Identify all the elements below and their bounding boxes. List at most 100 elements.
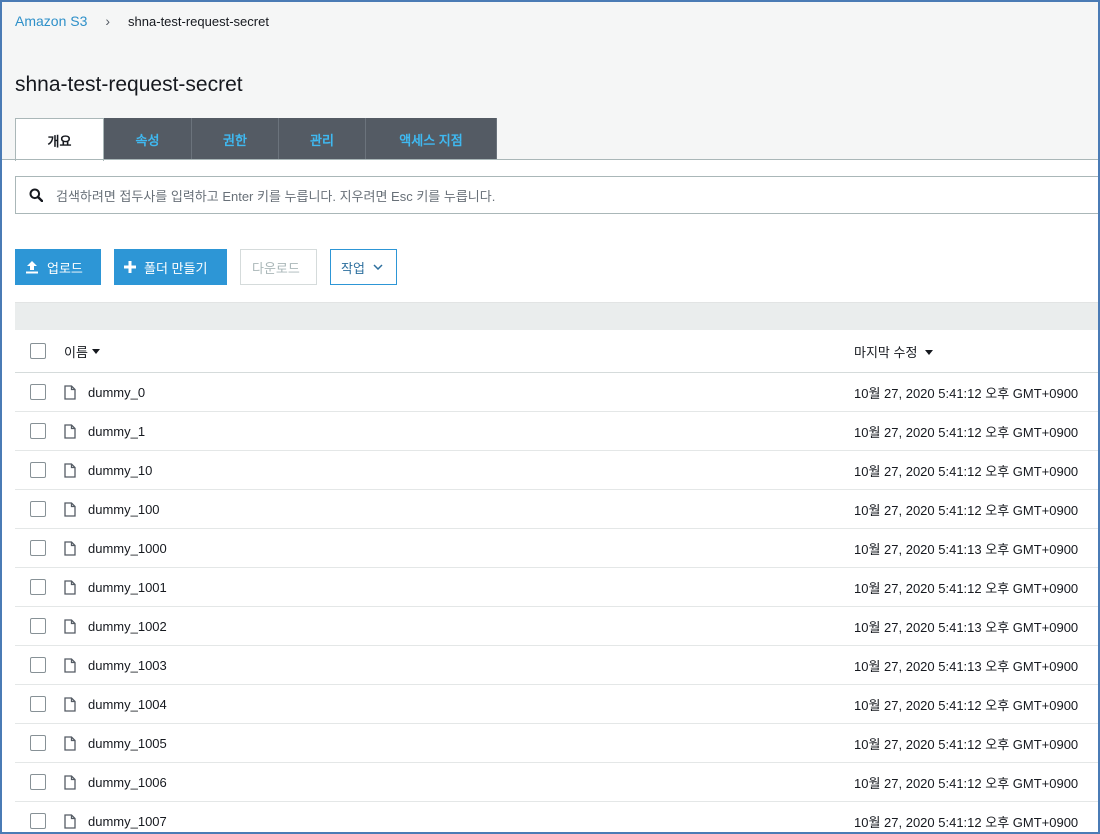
s3-console-window: Amazon S3 › shna-test-request-secret shn… xyxy=(0,0,1100,834)
object-name-link[interactable]: dummy_1000 xyxy=(88,541,167,556)
object-name-link[interactable]: dummy_1001 xyxy=(88,580,167,595)
upload-button-label: 업로드 xyxy=(47,260,83,276)
row-checkbox[interactable] xyxy=(30,423,46,439)
table-row[interactable]: dummy_1000 10월 27, 2020 5:41:13 오후 GMT+09… xyxy=(15,529,1098,568)
file-icon xyxy=(64,618,76,634)
table-row[interactable]: dummy_1002 10월 27, 2020 5:41:13 오후 GMT+09… xyxy=(15,607,1098,646)
breadcrumb-amazon-s3-link[interactable]: Amazon S3 xyxy=(15,13,87,29)
object-name-cell: dummy_1000 xyxy=(64,541,854,556)
object-name-cell: dummy_1005 xyxy=(64,736,854,751)
select-all-checkbox[interactable] xyxy=(30,343,46,359)
last-modified-cell: 10월 27, 2020 5:41:12 오후 GMT+0900 xyxy=(854,424,1079,440)
sort-down-icon xyxy=(925,349,934,355)
table-row[interactable]: dummy_1003 10월 27, 2020 5:41:13 오후 GMT+09… xyxy=(15,646,1098,685)
row-checkbox[interactable] xyxy=(30,462,46,478)
last-modified-cell: 10월 27, 2020 5:41:12 오후 GMT+0900 xyxy=(854,580,1079,596)
tab-underline xyxy=(2,159,1098,160)
breadcrumb-separator: › xyxy=(105,13,111,29)
object-name-link[interactable]: dummy_1003 xyxy=(88,658,167,673)
last-modified-cell: 10월 27, 2020 5:41:12 오후 GMT+0900 xyxy=(854,736,1079,752)
actions-dropdown-button[interactable]: 작업 xyxy=(330,249,397,285)
object-name-link[interactable]: dummy_1002 xyxy=(88,619,167,634)
object-name-cell: dummy_1002 xyxy=(64,619,854,634)
object-name-link[interactable]: dummy_0 xyxy=(88,385,145,400)
bucket-tabs: 개요 속성 권한 관리 액세스 지점 xyxy=(15,118,497,161)
object-name-link[interactable]: dummy_10 xyxy=(88,463,152,478)
name-column-label: 이름 xyxy=(64,344,88,360)
table-row[interactable]: dummy_100 10월 27, 2020 5:41:12 오후 GMT+090… xyxy=(15,490,1098,529)
last-modified-column-label: 마지막 수정 xyxy=(854,344,918,360)
tab-overview[interactable]: 개요 xyxy=(15,118,104,161)
row-checkbox[interactable] xyxy=(30,501,46,517)
last-modified-column-header[interactable]: 마지막 수정 xyxy=(854,342,934,361)
table-top-band xyxy=(15,302,1098,330)
tab-access-points[interactable]: 액세스 지점 xyxy=(366,118,497,160)
table-row[interactable]: dummy_10 10월 27, 2020 5:41:12 오후 GMT+0900 xyxy=(15,451,1098,490)
object-name-link[interactable]: dummy_100 xyxy=(88,502,160,517)
table-row[interactable]: dummy_1004 10월 27, 2020 5:41:12 오후 GMT+09… xyxy=(15,685,1098,724)
row-checkbox[interactable] xyxy=(30,735,46,751)
plus-icon xyxy=(124,261,136,273)
chevron-down-icon xyxy=(373,264,383,270)
prefix-search-input[interactable]: 검색하려면 접두사를 입력하고 Enter 키를 누릅니다. 지우려면 Esc … xyxy=(15,176,1098,214)
table-row[interactable]: dummy_1006 10월 27, 2020 5:41:12 오후 GMT+09… xyxy=(15,763,1098,802)
object-name-cell: dummy_10 xyxy=(64,463,854,478)
file-icon xyxy=(64,423,76,439)
object-name-cell: dummy_1003 xyxy=(64,658,854,673)
upload-button[interactable]: 업로드 xyxy=(15,249,101,285)
last-modified-cell: 10월 27, 2020 5:41:12 오후 GMT+0900 xyxy=(854,463,1079,479)
object-name-link[interactable]: dummy_1007 xyxy=(88,814,167,829)
object-name-link[interactable]: dummy_1004 xyxy=(88,697,167,712)
row-checkbox[interactable] xyxy=(30,813,46,829)
table-row[interactable]: dummy_1005 10월 27, 2020 5:41:12 오후 GMT+09… xyxy=(15,724,1098,763)
row-checkbox[interactable] xyxy=(30,579,46,595)
upload-icon xyxy=(25,260,39,274)
tab-permissions[interactable]: 권한 xyxy=(192,118,279,160)
file-icon xyxy=(64,501,76,517)
file-icon xyxy=(64,696,76,712)
object-name-link[interactable]: dummy_1005 xyxy=(88,736,167,751)
object-name-cell: dummy_1007 xyxy=(64,814,854,829)
row-checkbox[interactable] xyxy=(30,384,46,400)
file-icon xyxy=(64,735,76,751)
create-folder-button[interactable]: 폴더 만들기 xyxy=(114,249,227,285)
search-placeholder: 검색하려면 접두사를 입력하고 Enter 키를 누릅니다. 지우려면 Esc … xyxy=(56,188,496,204)
file-icon xyxy=(64,657,76,673)
page-title: shna-test-request-secret xyxy=(15,73,243,96)
object-name-link[interactable]: dummy_1 xyxy=(88,424,145,439)
row-checkbox[interactable] xyxy=(30,540,46,556)
tab-properties[interactable]: 속성 xyxy=(104,118,192,160)
sort-down-icon xyxy=(91,348,100,354)
table-row[interactable]: dummy_0 10월 27, 2020 5:41:12 오후 GMT+0900 xyxy=(15,373,1098,412)
table-row[interactable]: dummy_1001 10월 27, 2020 5:41:12 오후 GMT+09… xyxy=(15,568,1098,607)
actions-button-label: 작업 xyxy=(341,260,365,276)
tab-management[interactable]: 관리 xyxy=(279,118,366,160)
object-name-cell: dummy_100 xyxy=(64,502,854,517)
last-modified-cell: 10월 27, 2020 5:41:13 오후 GMT+0900 xyxy=(854,619,1079,635)
search-icon xyxy=(16,188,56,202)
row-checkbox[interactable] xyxy=(30,774,46,790)
object-name-cell: dummy_1 xyxy=(64,424,854,439)
object-name-cell: dummy_1006 xyxy=(64,775,854,790)
create-folder-button-label: 폴더 만들기 xyxy=(144,260,208,276)
table-body: dummy_0 10월 27, 2020 5:41:12 오후 GMT+0900 d… xyxy=(15,373,1098,832)
name-column-header[interactable]: 이름 xyxy=(64,342,854,361)
row-checkbox[interactable] xyxy=(30,696,46,712)
last-modified-cell: 10월 27, 2020 5:41:12 오후 GMT+0900 xyxy=(854,814,1079,830)
last-modified-cell: 10월 27, 2020 5:41:12 오후 GMT+0900 xyxy=(854,385,1079,401)
row-checkbox[interactable] xyxy=(30,618,46,634)
table-row[interactable]: dummy_1007 10월 27, 2020 5:41:12 오후 GMT+09… xyxy=(15,802,1098,832)
file-icon xyxy=(64,540,76,556)
object-name-cell: dummy_0 xyxy=(64,385,854,400)
object-name-cell: dummy_1004 xyxy=(64,697,854,712)
download-button[interactable]: 다운로드 xyxy=(240,249,317,285)
object-name-cell: dummy_1001 xyxy=(64,580,854,595)
last-modified-cell: 10월 27, 2020 5:41:12 오후 GMT+0900 xyxy=(854,775,1079,791)
table-header: 이름 마지막 수정 xyxy=(15,330,1098,373)
objects-table: 이름 마지막 수정 dummy_0 10월 27, 2020 5:41:12 오후… xyxy=(15,330,1098,832)
row-checkbox[interactable] xyxy=(30,657,46,673)
table-row[interactable]: dummy_1 10월 27, 2020 5:41:12 오후 GMT+0900 xyxy=(15,412,1098,451)
last-modified-cell: 10월 27, 2020 5:41:13 오후 GMT+0900 xyxy=(854,541,1079,557)
object-name-link[interactable]: dummy_1006 xyxy=(88,775,167,790)
file-icon xyxy=(64,384,76,400)
